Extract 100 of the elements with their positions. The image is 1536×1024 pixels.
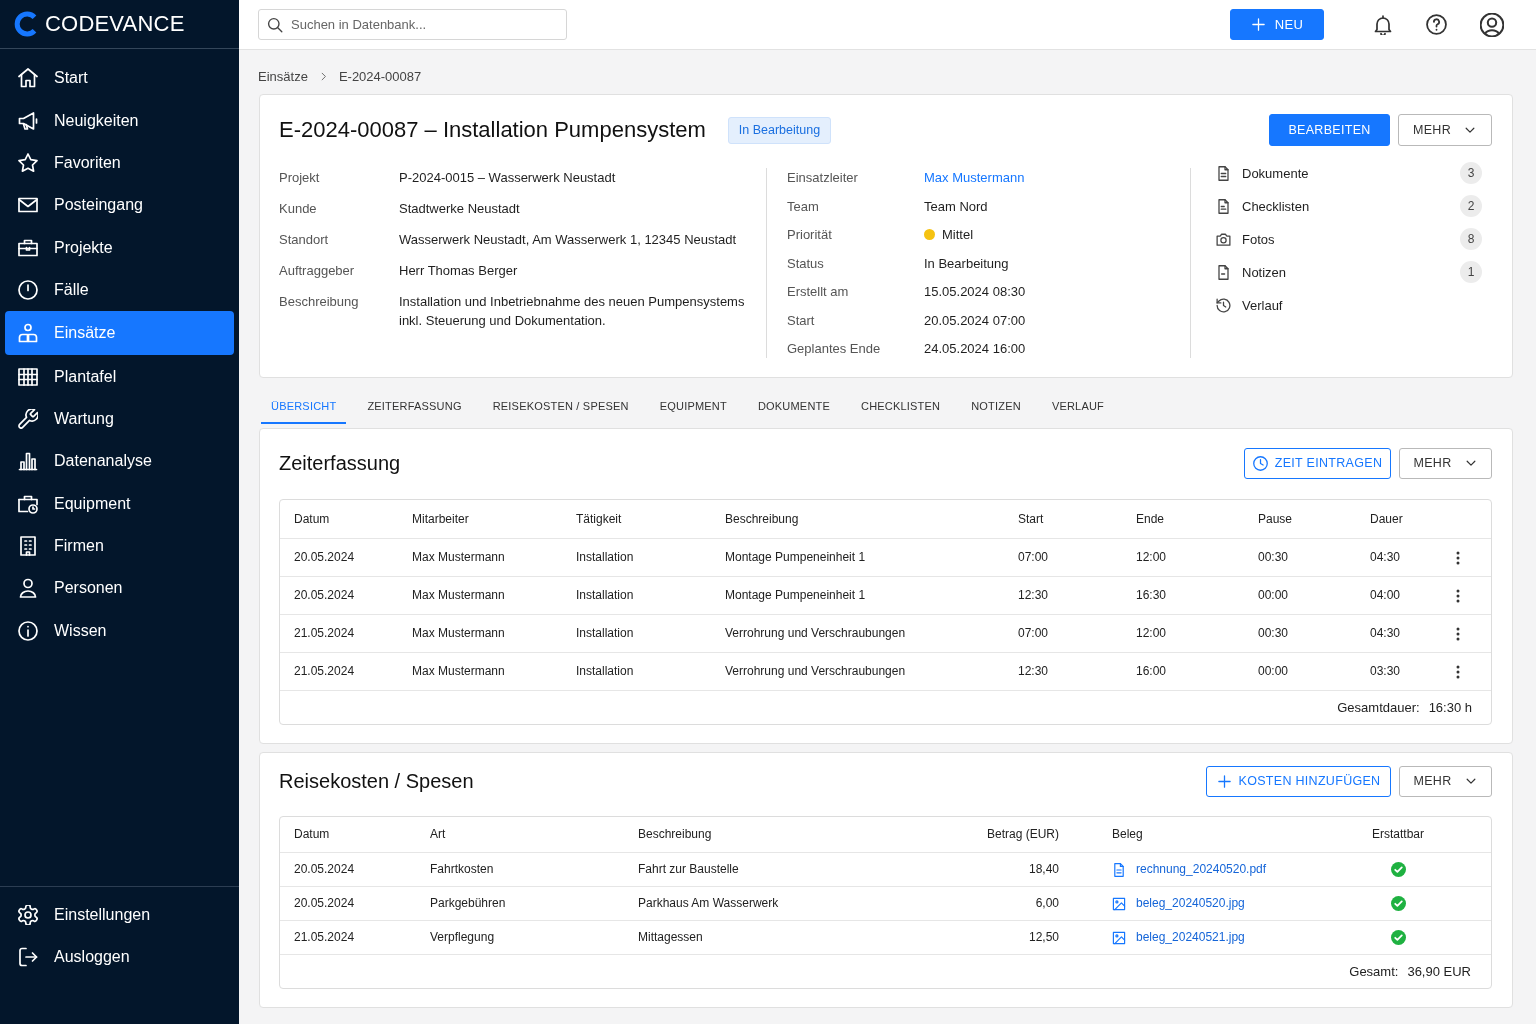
more-button[interactable]: MEHR [1398,114,1492,146]
tab[interactable]: NOTIZEN [961,388,1031,424]
count-badge: 3 [1460,162,1482,184]
person-link[interactable]: Max Mustermann [924,168,1025,187]
column-header: Pause [1258,511,1293,527]
column-header: Start [1018,511,1044,527]
more-menu-icon[interactable] [1456,588,1460,603]
breadcrumb-link[interactable]: Einsätze [258,68,308,85]
sidebar-item[interactable]: Einsätze [5,311,234,356]
detail-value: Team Nord [924,197,988,216]
new-button[interactable]: NEU [1230,9,1324,40]
tab[interactable]: ÜBERSICHT [261,388,347,424]
tab[interactable]: VERLAUF [1041,388,1115,424]
more-button[interactable]: MEHR [1399,765,1492,797]
total-value: 16:30 h [1428,700,1472,715]
table-cell: Max Mustermann [412,588,505,603]
column-header: Ende [1136,511,1165,527]
sidebar-item[interactable]: Wartung [5,397,234,441]
table-cell: 12,50 [1028,930,1059,945]
sidebar-item[interactable]: Start [5,57,234,100]
sidebar-item[interactable]: Einstellungen [5,894,234,936]
sidebar-item[interactable]: Ausloggen [5,936,234,978]
grid-icon [18,366,38,387]
tab[interactable]: EQUIPMENT [649,388,737,424]
attachment-link[interactable]: Verlauf [1242,297,1283,313]
attachment-link[interactable]: Fotos [1242,231,1275,247]
document-list-icon [1216,198,1231,214]
people-icon [18,323,38,344]
sidebar-item[interactable]: Favoriten [5,141,234,185]
tab[interactable]: REISEKOSTEN / SPESEN [482,388,639,424]
image-icon [1112,930,1126,945]
table-cell: 21.05.2024 [294,664,355,679]
detail-value: 24.05.2024 16:00 [924,340,1026,358]
more-button[interactable]: MEHR [1399,447,1492,479]
column-header: Betrag (EUR) [986,827,1059,842]
table-cell: Montage Pumpeneinheit 1 [725,588,866,603]
section-title: Reisekosten / Spesen [279,769,474,793]
sidebar-item[interactable]: Wissen [5,609,234,653]
table-cell: Montage Pumpeneinheit 1 [725,550,866,565]
file-link[interactable]: beleg_20240521.jpg [1136,930,1245,945]
document-icon [1216,165,1231,181]
sidebar-item[interactable]: Plantafel [5,355,234,398]
tab[interactable]: DOKUMENTE [747,388,840,424]
detail-label: Kunde [279,200,317,218]
sidebar-item[interactable]: Firmen [5,524,234,568]
detail-value: Installation und Inbetriebnahme des neuen Pumpensystems inkl. Steuerung und Dokumentation. [399,293,746,330]
detail-label: Team [787,197,819,216]
building-icon [18,536,38,557]
more-menu-icon[interactable] [1456,626,1460,641]
add-costs-button[interactable]: KOSTEN HINZUFÜGEN [1206,765,1391,797]
image-icon [1112,896,1126,911]
count-badge: 2 [1460,195,1482,217]
sidebar-item[interactable]: Fälle [5,268,234,312]
megaphone-icon [18,110,38,131]
sidebar-item[interactable]: Datenanalyse [5,440,234,483]
table-cell: 20.05.2024 [294,862,355,877]
column-header: Datum [294,511,330,527]
sidebar-item[interactable]: Equipment [5,482,234,525]
account-icon[interactable] [1480,12,1504,37]
sidebar-item[interactable]: Neuigkeiten [5,99,234,142]
sidebar-item[interactable]: Posteingang [5,184,234,227]
column-header: Beleg [1112,827,1143,842]
attachment-link[interactable]: Checklisten [1242,198,1310,214]
total-label: Gesamt: [1349,964,1399,979]
table-cell: 21.05.2024 [294,930,355,945]
table-cell: 00:30 [1258,550,1289,565]
table-cell: 12:00 [1136,626,1167,641]
edit-button[interactable]: BEARBEITEN [1269,114,1390,146]
file-link[interactable]: rechnung_20240520.pdf [1136,862,1267,877]
tab[interactable]: CHECKLISTEN [851,388,951,424]
table-cell: 00:30 [1258,626,1289,641]
file-link[interactable]: beleg_20240520.jpg [1136,896,1245,911]
table-cell: 03:30 [1370,664,1401,679]
count-badge: 1 [1460,261,1482,283]
table-cell: 12:30 [1018,588,1049,603]
attachment-link[interactable]: Notizen [1242,264,1287,280]
briefcase-icon [18,237,38,258]
bell-icon[interactable] [1373,14,1393,35]
more-menu-icon[interactable] [1456,550,1460,565]
detail-label: Standort [279,231,329,249]
help-icon[interactable] [1426,14,1447,35]
table-cell: Max Mustermann [412,626,505,641]
add-time-button[interactable]: ZEIT EINTRAGEN [1244,447,1391,479]
table-cell: 18,40 [1028,862,1059,877]
table-cell: Parkgebühren [430,896,506,911]
table-cell: Installation [576,550,634,565]
table-cell: Fahrtkosten [430,862,494,877]
sidebar-item[interactable]: Projekte [5,226,234,269]
tab[interactable]: ZEITERFASSUNG [357,388,472,424]
more-menu-icon[interactable] [1456,664,1460,679]
table-cell: 21.05.2024 [294,626,355,641]
column-header: Art [430,827,446,842]
table-cell: Verrohrung und Verschraubungen [725,664,906,679]
sidebar-item[interactable]: Personen [5,567,234,610]
plus-icon [1250,17,1266,32]
table-cell: 04:30 [1370,550,1401,565]
search-field[interactable]: Suchen in Datenbank... [258,9,567,40]
camera-icon [1216,231,1231,247]
brand-name: CODEVANCE [45,11,185,37]
attachment-link[interactable]: Dokumente [1242,165,1309,181]
